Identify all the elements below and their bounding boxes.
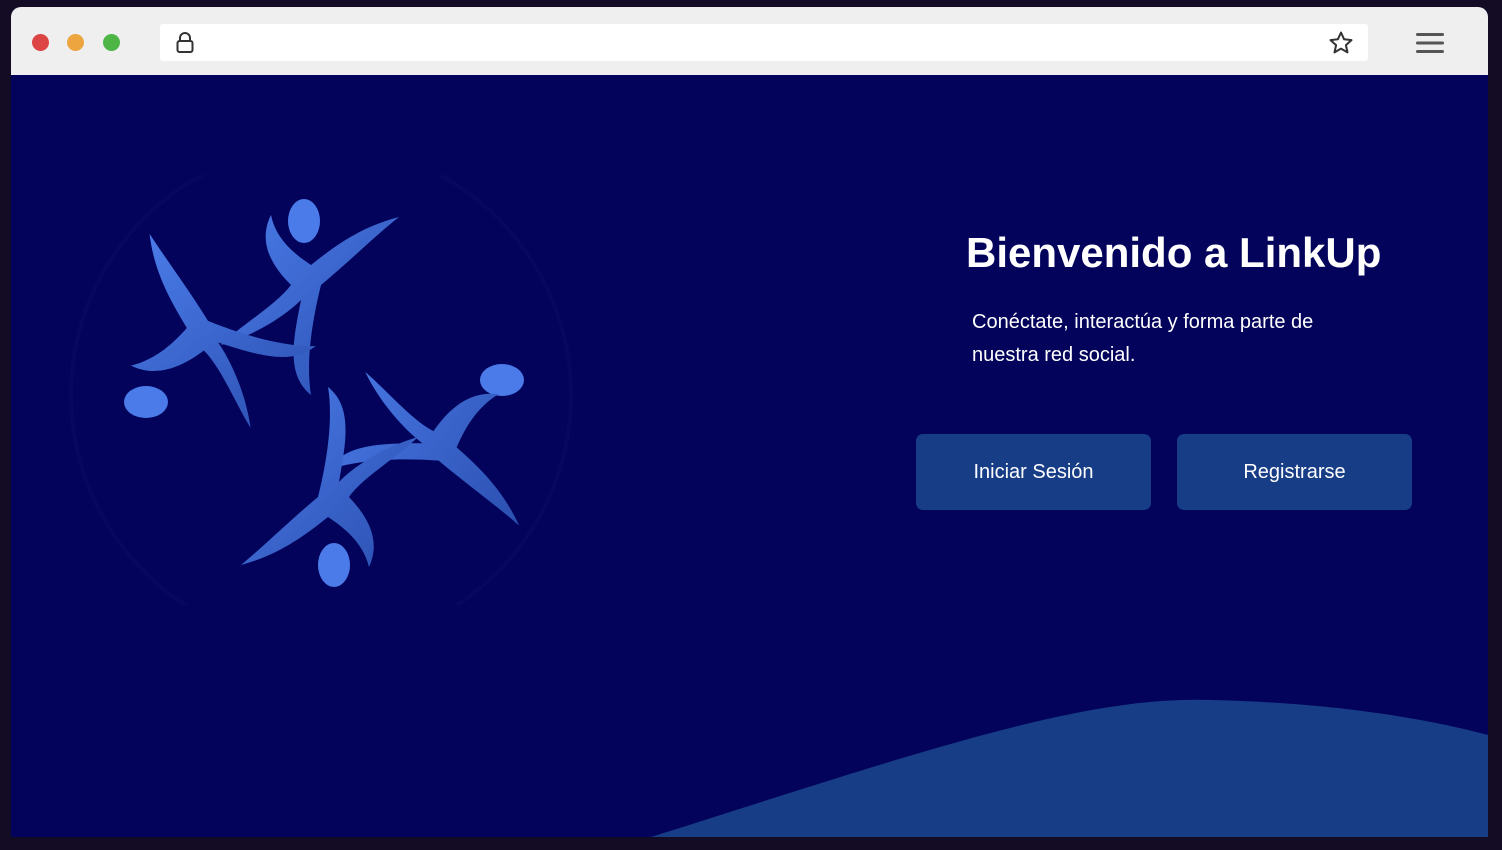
page-content: Bienvenido a LinkUp Conéctate, interactú… — [11, 75, 1488, 837]
zoom-window-button[interactable] — [103, 34, 120, 51]
star-icon[interactable] — [1328, 30, 1354, 56]
page-subtitle: Conéctate, interactúa y forma parte de n… — [972, 311, 1314, 366]
close-window-button[interactable] — [32, 34, 49, 51]
browser-window: Bienvenido a LinkUp Conéctate, interactú… — [11, 7, 1488, 837]
browser-toolbar — [11, 7, 1488, 75]
address-bar[interactable] — [160, 24, 1368, 61]
hamburger-menu-icon[interactable] — [1415, 31, 1445, 55]
minimize-window-button[interactable] — [67, 34, 84, 51]
login-button[interactable]: Iniciar Sesión — [916, 434, 1151, 510]
lock-icon — [176, 32, 194, 53]
page-title: Bienvenido a LinkUp — [966, 229, 1382, 276]
people-circle-logo — [69, 175, 573, 605]
register-button[interactable]: Registrarse — [1177, 434, 1412, 510]
